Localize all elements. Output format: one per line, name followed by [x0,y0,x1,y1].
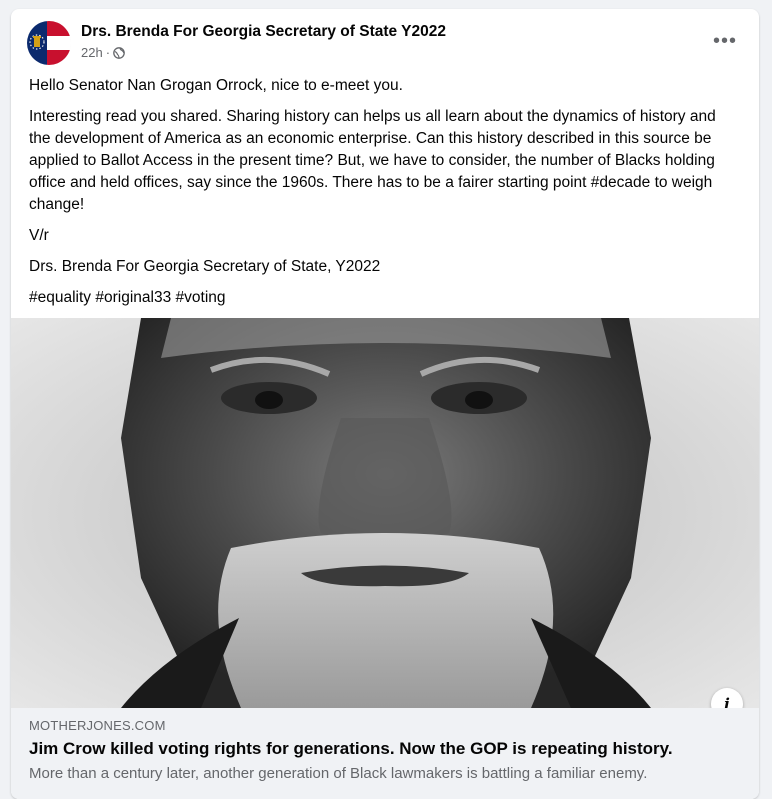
post-signoff: V/r [29,227,49,244]
link-preview-caption[interactable]: MOTHERJONES.COM Jim Crow killed voting r… [11,708,759,799]
link-domain: MOTHERJONES.COM [29,718,166,733]
link-preview-image[interactable]: i [11,318,759,708]
meta-separator: · [105,45,111,60]
post-meta: 22h · [81,45,125,60]
timestamp[interactable]: 22h [81,45,103,60]
hashtag-voting[interactable]: #voting [176,289,226,306]
hashtag-equality[interactable]: #equality [29,289,91,306]
portrait-image [11,318,759,708]
post-header: Drs. Brenda For Georgia Secretary of Sta… [11,9,759,71]
globe-icon[interactable] [113,46,125,59]
page-name[interactable]: Drs. Brenda For Georgia Secretary of Sta… [81,23,446,41]
hashtag-original33[interactable]: #original33 [95,289,171,306]
post-body: Hello Senator Nan Grogan Orrock, nice to… [11,71,759,309]
post-signature: Drs. Brenda For Georgia Secretary of Sta… [29,258,381,275]
georgia-flag-icon [27,21,71,65]
post-greeting: Hello Senator Nan Grogan Orrock, nice to… [29,77,403,94]
link-title[interactable]: Jim Crow killed voting rights for genera… [29,739,741,759]
post-paragraph: Interesting read you shared. Sharing his… [29,108,716,213]
post-card: Drs. Brenda For Georgia Secretary of Sta… [11,9,759,799]
hashtag-list: #equality #original33 #voting [29,287,741,309]
link-description: More than a century later, another gener… [29,765,648,782]
more-options-button[interactable]: ••• [707,29,743,53]
avatar[interactable] [27,21,71,65]
